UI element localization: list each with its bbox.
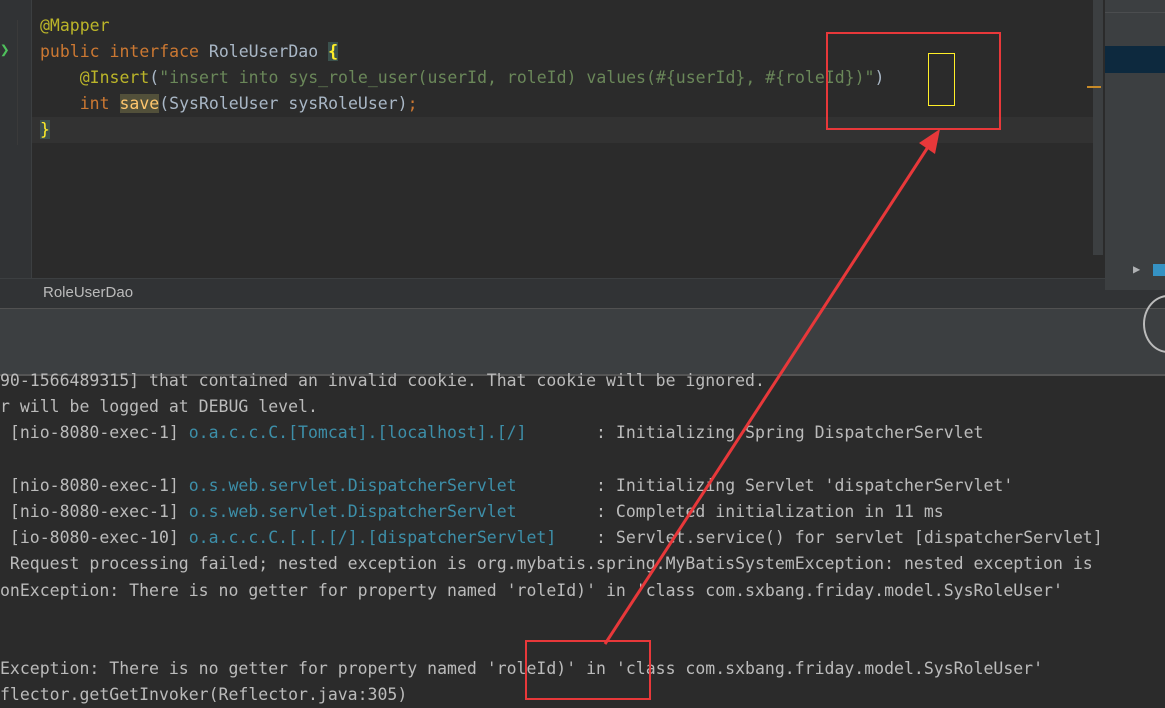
- arrow-head: [919, 129, 940, 154]
- annotation-arrow: [603, 129, 940, 645]
- arrow-line: [603, 146, 930, 645]
